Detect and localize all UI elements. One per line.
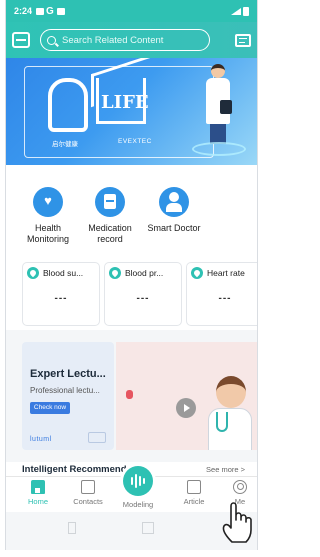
doctor-icon [159, 187, 189, 217]
promo-banner[interactable]: LIFE 启尔健康 EVEXTEC [6, 58, 257, 165]
video-card[interactable] [116, 342, 257, 450]
app-screen: 2:24 G Search Related Content LIFE 启尔健康 … [5, 0, 258, 550]
medication-record-icon [95, 187, 125, 217]
doctor-avatar-illustration [216, 376, 246, 408]
lecture-title: Expert Lectu... [30, 368, 106, 380]
contacts-icon [81, 480, 95, 494]
metric-label: Blood su... [43, 268, 84, 278]
nav-label: Article [183, 497, 205, 506]
doctor-coat-illustration [208, 408, 252, 450]
metrics-row: Blood su... --- Blood pr... --- Heart ra… [6, 258, 257, 330]
hand-pointer-icon [222, 502, 252, 543]
user-icon [233, 480, 247, 494]
metric-label: Heart rate [207, 268, 245, 278]
home-key[interactable] [142, 522, 154, 534]
metric-card-heart-rate[interactable]: Heart rate --- [186, 262, 257, 326]
banner-caption-cn: 启尔健康 [52, 141, 78, 148]
status-carrier: G [46, 5, 54, 17]
quick-health-monitoring[interactable]: Health Monitoring [16, 187, 80, 245]
voice-wave-icon[interactable] [123, 466, 153, 496]
nav-modeling[interactable]: Modeling [114, 466, 162, 509]
signal-icon [231, 7, 241, 15]
metric-card-blood-sugar[interactable]: Blood su... --- [22, 262, 100, 326]
metric-value: --- [136, 293, 150, 304]
quick-smart-doctor[interactable]: Smart Doctor [142, 187, 206, 234]
quick-label: Health Monitoring [26, 223, 70, 244]
banner-caption-en: EVEXTEC [118, 138, 152, 145]
quick-medication-record[interactable]: Medication record [78, 187, 142, 245]
status-right [231, 6, 249, 16]
status-bar: 2:24 G [6, 0, 257, 22]
search-icon [47, 35, 56, 45]
home-icon [31, 480, 45, 494]
play-icon[interactable] [176, 398, 196, 418]
heart-icon [191, 267, 203, 279]
scan-icon[interactable] [12, 32, 30, 48]
metric-label: Blood pr... [125, 268, 164, 278]
metric-value: --- [54, 293, 68, 304]
blood-drop-icon [27, 267, 39, 279]
glow-ring [192, 142, 246, 156]
nav-contacts[interactable]: Contacts [64, 480, 112, 506]
nav-label: Home [27, 497, 48, 506]
tablet-illustration [220, 100, 232, 114]
lecture-section: Expert Lectu... Professional lectu... Ch… [6, 330, 257, 462]
recent-apps-key[interactable] [68, 522, 76, 534]
battery-icon [243, 6, 249, 16]
stethoscope-icon [216, 412, 228, 432]
search-placeholder: Search Related Content [62, 34, 164, 46]
lecture-subtitle: Professional lectu... [30, 386, 100, 395]
nav-label: Modeling [122, 500, 154, 509]
nav-article[interactable]: Article [170, 480, 218, 506]
nav-label: Contacts [73, 497, 103, 506]
article-icon [187, 480, 201, 494]
notification-icon [36, 7, 45, 15]
blood-pressure-icon [109, 267, 121, 279]
see-more-link[interactable]: See more > [206, 465, 245, 474]
heart-monitor-icon [33, 187, 63, 217]
calendar-icon [56, 7, 65, 15]
record-dot-icon [126, 390, 133, 399]
search-bar[interactable]: Search Related Content [40, 29, 210, 51]
metric-card-blood-pressure[interactable]: Blood pr... --- [104, 262, 182, 326]
metric-value: --- [218, 293, 232, 304]
quick-label: Smart Doctor [147, 223, 201, 233]
top-header: Search Related Content [6, 22, 257, 58]
brand-logo-mark [48, 78, 88, 132]
quick-actions: Health Monitoring Medication record Smar… [6, 165, 257, 258]
message-icon[interactable] [235, 33, 251, 47]
check-now-button[interactable]: Check now [30, 402, 70, 414]
quick-label: Medication record [88, 223, 132, 244]
video-camera-icon [88, 432, 106, 443]
status-time: 2:24 [14, 6, 33, 16]
brand-text: LIFE [101, 92, 149, 113]
expert-lecture-card[interactable]: Expert Lectu... Professional lectu... Ch… [22, 342, 114, 450]
lecture-logo: lutuml [30, 436, 52, 443]
nav-home[interactable]: Home [14, 480, 62, 506]
